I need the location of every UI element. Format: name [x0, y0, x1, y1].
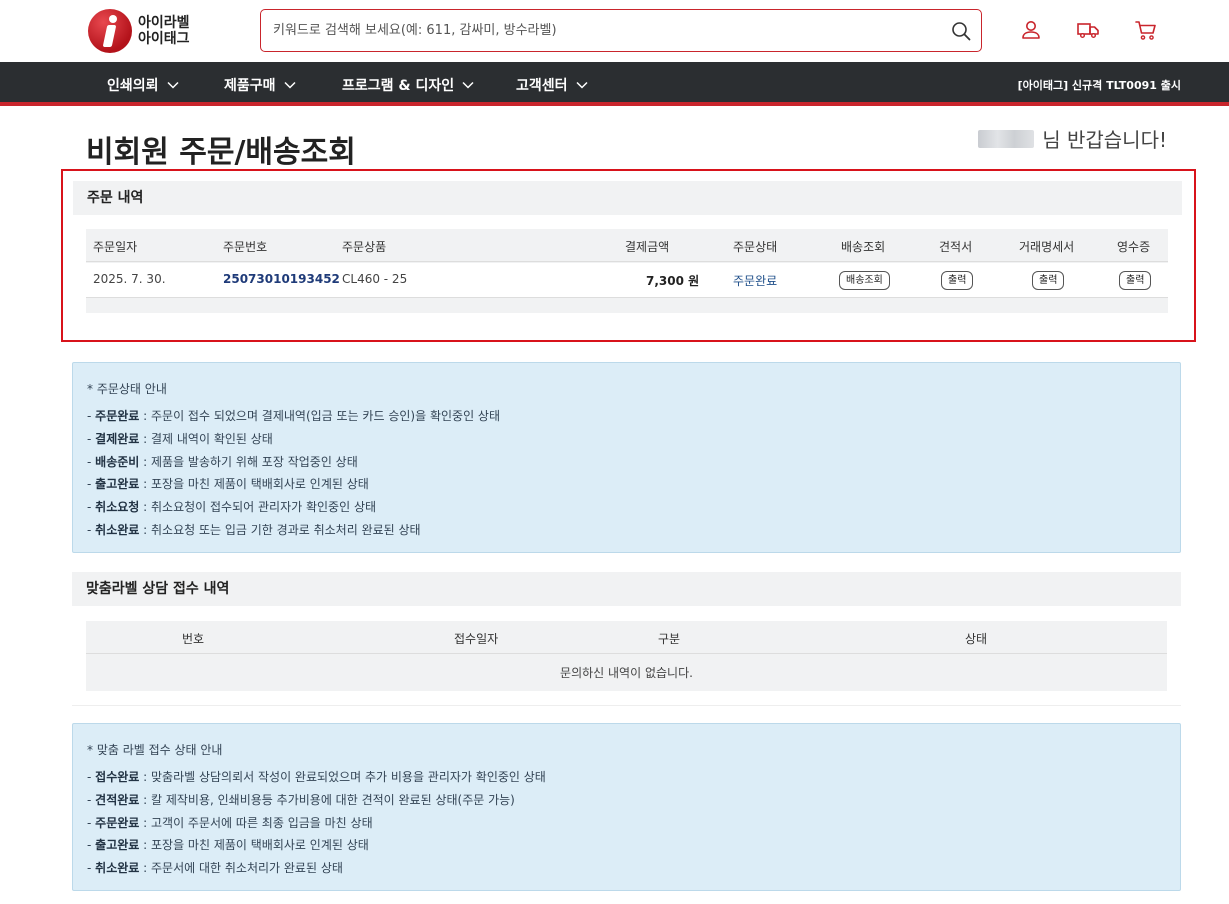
guide-term: 취소요청 [95, 500, 140, 514]
shopping-cart-icon[interactable] [1134, 18, 1158, 42]
search-icon[interactable] [951, 21, 971, 41]
guide-desc: : 칼 제작비용, 인쇄비용등 추가비용에 대한 견적이 완료된 상태(주문 가… [139, 793, 515, 807]
guide-term: 취소완료 [95, 523, 140, 537]
guide-desc: : 주문서에 대한 취소처리가 완료된 상태 [139, 861, 343, 875]
guide-term: 배송준비 [95, 455, 140, 469]
chevron-down-icon [284, 81, 296, 89]
consult-status-guide: * 맞춤 라벨 접수 상태 안내 - 접수완료 : 맞춤라벨 상담의뢰서 작성이… [72, 723, 1181, 891]
order-date: 2025. 7. 30. [93, 272, 166, 286]
col-product: 주문상품 [342, 240, 387, 254]
order-number-link[interactable]: 25073010193452 [223, 272, 340, 286]
order-status: 주문완료 [733, 274, 778, 288]
nav-label: 프로그램 & 디자인 [342, 78, 455, 94]
divider [72, 705, 1181, 706]
guide-item: - 견적완료 : 칼 제작비용, 인쇄비용등 추가비용에 대한 견적이 완료된 … [87, 793, 515, 807]
guide-term: 결제완료 [95, 432, 140, 446]
guide-item: - 배송준비 : 제품을 발송하기 위해 포장 작업중인 상태 [87, 455, 358, 469]
logo-line2: 아이태그 [138, 31, 190, 47]
section-title-consult: 맞춤라벨 상담 접수 내역 [72, 572, 1181, 606]
col-invoice: 거래명세서 [1019, 240, 1075, 254]
nav-label: 고객센터 [516, 78, 568, 94]
chevron-down-icon [576, 81, 588, 89]
guide-item: - 접수완료 : 맞춤라벨 상담의뢰서 작성이 완료되었으며 추가 비용을 관리… [87, 770, 546, 784]
site-logo[interactable]: 아이라벨 아이태그 [88, 9, 218, 53]
page-title: 비회원 주문/배송조회 [86, 135, 356, 170]
col-quote: 견적서 [939, 240, 973, 254]
col-received-date: 접수일자 [454, 632, 499, 646]
greeting-text: 님 반갑습니다! [1042, 128, 1167, 152]
col-status: 주문상태 [733, 240, 778, 254]
guide-term: 접수완료 [95, 770, 140, 784]
nav-item-program-design[interactable]: 프로그램 & 디자인 [342, 75, 474, 95]
main-nav: 인쇄의뢰 제품구매 프로그램 & 디자인 고객센터 [아이태그] 신규격 TLT… [0, 62, 1229, 106]
print-quote-button[interactable]: 출력 [941, 271, 974, 290]
nav-item-print-order[interactable]: 인쇄의뢰 [107, 75, 179, 95]
guide-item: - 취소요청 : 취소요청이 접수되어 관리자가 확인중인 상태 [87, 500, 377, 514]
print-receipt-button[interactable]: 출력 [1119, 271, 1152, 290]
guide-item: - 취소완료 : 주문서에 대한 취소처리가 완료된 상태 [87, 861, 343, 875]
user-icon[interactable] [1019, 18, 1043, 42]
consult-table-header: 번호 접수일자 구분 상태 [86, 621, 1167, 654]
guide-item: - 주문완료 : 고객이 주문서에 따른 최종 입금을 마친 상태 [87, 816, 373, 830]
guide-item: - 취소완료 : 취소요청 또는 입금 기한 경과로 취소처리 완료된 상태 [87, 523, 421, 537]
guide-desc: : 제품을 발송하기 위해 포장 작업중인 상태 [139, 455, 358, 469]
guide-item: - 출고완료 : 포장을 마친 제품이 택배회사로 인계된 상태 [87, 477, 369, 491]
section-title-orders: 주문 내역 [73, 181, 1182, 215]
nav-label: 제품구매 [224, 78, 276, 94]
nav-notice-link[interactable]: [아이태그] 신규격 TLT0091 출시 [1018, 77, 1181, 93]
col-tracking: 배송조회 [841, 240, 886, 254]
chevron-down-icon [462, 81, 474, 89]
chevron-down-icon [167, 81, 179, 89]
guide-desc: : 포장을 마친 제품이 택배회사로 인계된 상태 [139, 477, 369, 491]
guide-item: - 결제완료 : 결제 내역이 확인된 상태 [87, 432, 273, 446]
site-header: 아이라벨 아이태그 [0, 0, 1229, 62]
logo-line1: 아이라벨 [138, 15, 190, 31]
guide-desc: : 맞춤라벨 상담의뢰서 작성이 완료되었으며 추가 비용을 관리자가 확인중인… [139, 770, 546, 784]
search-box [260, 9, 982, 52]
orders-table-header: 주문일자 주문번호 주문상품 결제금액 주문상태 배송조회 견적서 거래명세서 … [86, 229, 1168, 262]
col-number: 번호 [182, 632, 205, 646]
track-delivery-button[interactable]: 배송조회 [839, 271, 890, 290]
guide-term: 취소완료 [95, 861, 140, 875]
guide-desc: : 결제 내역이 확인된 상태 [139, 432, 273, 446]
col-amount: 결제금액 [625, 240, 670, 254]
blurred-username [978, 129, 1035, 148]
logo-text: 아이라벨 아이태그 [138, 15, 190, 47]
guide-desc: : 주문이 접수 되었으며 결제내역(입금 또는 카드 승인)을 확인중인 상태 [139, 409, 501, 423]
col-state: 상태 [965, 632, 988, 646]
order-amount: 7,300 원 [646, 274, 700, 288]
logo-i-icon [88, 9, 132, 53]
order-history-box: 주문 내역 주문일자 주문번호 주문상품 결제금액 주문상태 배송조회 견적서 … [61, 169, 1196, 342]
col-category: 구분 [658, 632, 681, 646]
orders-table: 주문일자 주문번호 주문상품 결제금액 주문상태 배송조회 견적서 거래명세서 … [86, 229, 1168, 313]
guide-term: 견적완료 [95, 793, 140, 807]
delivery-truck-icon[interactable] [1076, 18, 1100, 42]
consult-table: 번호 접수일자 구분 상태 문의하신 내역이 없습니다. [86, 621, 1167, 691]
col-receipt: 영수증 [1117, 240, 1151, 254]
guide-term: 출고완료 [95, 477, 140, 491]
nav-item-products[interactable]: 제품구매 [224, 75, 296, 95]
guide-desc: : 고객이 주문서에 따른 최종 입금을 마친 상태 [139, 816, 373, 830]
col-order-date: 주문일자 [93, 240, 138, 254]
table-row: 2025. 7. 30. 25073010193452 CL460 - 25 7… [86, 263, 1168, 298]
guide-term: 출고완료 [95, 838, 140, 852]
guide-desc: : 취소요청 또는 입금 기한 경과로 취소처리 완료된 상태 [139, 523, 421, 537]
guide-title: * 맞춤 라벨 접수 상태 안내 [87, 743, 223, 757]
guide-desc: : 취소요청이 접수되어 관리자가 확인중인 상태 [139, 500, 377, 514]
guide-term: 주문완료 [95, 816, 140, 830]
empty-message: 문의하신 내역이 없습니다. [560, 666, 693, 680]
guide-term: 주문완료 [95, 409, 140, 423]
guide-item: - 출고완료 : 포장을 마친 제품이 택배회사로 인계된 상태 [87, 838, 369, 852]
col-order-no: 주문번호 [223, 240, 268, 254]
nav-label: 인쇄의뢰 [107, 78, 159, 94]
nav-item-customer-center[interactable]: 고객센터 [516, 75, 588, 95]
guide-desc: : 포장을 마친 제품이 택배회사로 인계된 상태 [139, 838, 369, 852]
guide-item: - 주문완료 : 주문이 접수 되었으며 결제내역(입금 또는 카드 승인)을 … [87, 409, 501, 423]
print-invoice-button[interactable]: 출력 [1032, 271, 1065, 290]
greeting: 님 반갑습니다! [978, 124, 1167, 153]
search-input[interactable] [261, 10, 941, 51]
order-status-guide: * 주문상태 안내 - 주문완료 : 주문이 접수 되었으며 결제내역(입금 또… [72, 362, 1181, 553]
order-product: CL460 - 25 [342, 272, 408, 286]
guide-title: * 주문상태 안내 [87, 382, 167, 396]
